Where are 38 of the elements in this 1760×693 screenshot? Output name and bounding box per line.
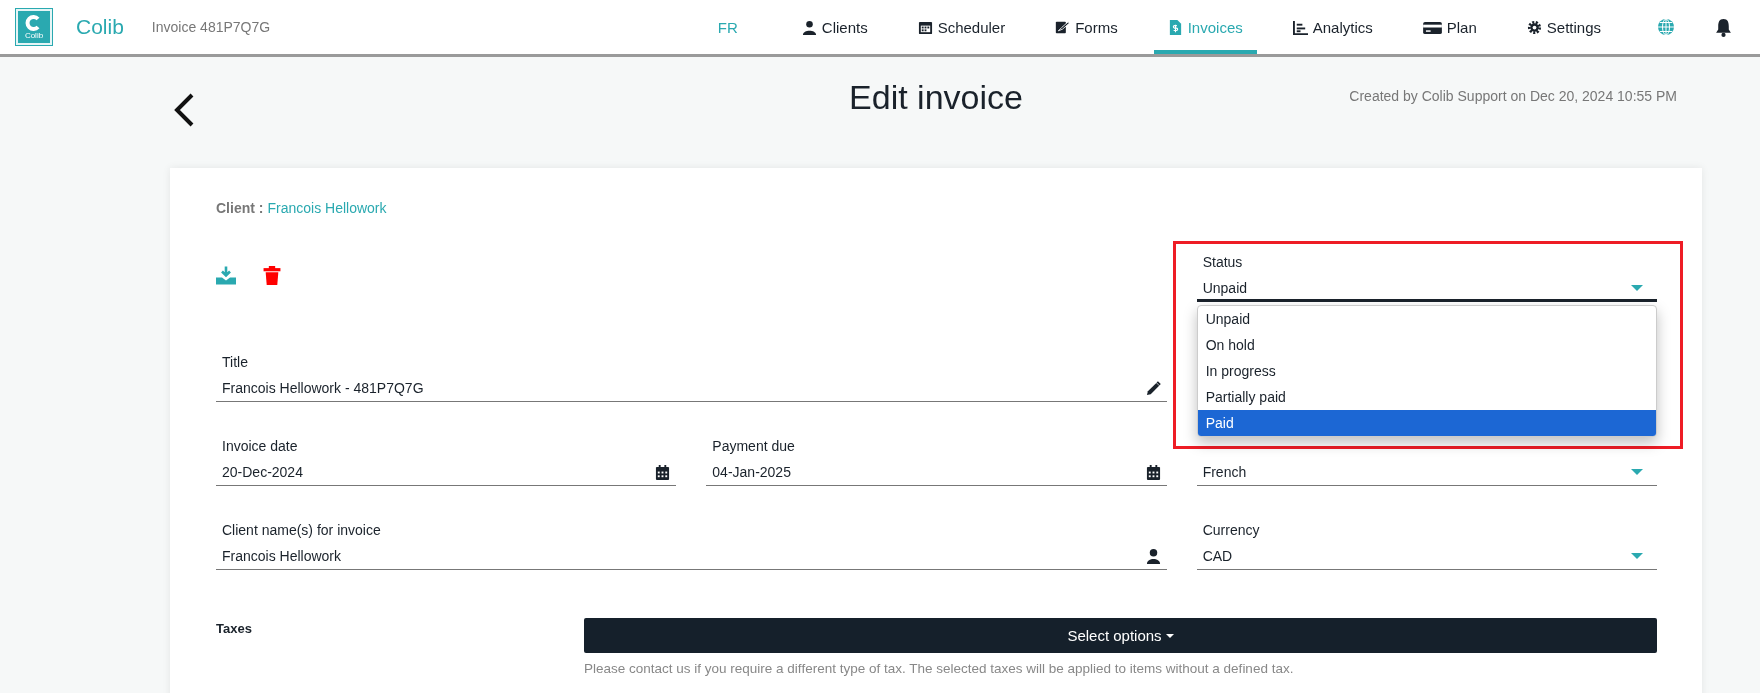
page-label: Invoice 481P7Q7G xyxy=(151,19,271,35)
calendar-icon xyxy=(1145,464,1161,480)
download-icon[interactable] xyxy=(216,265,236,285)
status-option[interactable]: In progress xyxy=(1197,358,1656,384)
taxes-note: Please contact us if you require a different type of tax. The selected taxes will be applied to items without a defined tax. xyxy=(584,661,1295,676)
page-title: Edit invoice xyxy=(849,78,1023,117)
calendar-icon xyxy=(917,19,933,35)
document-pen-icon xyxy=(1055,19,1071,35)
pencil-icon xyxy=(1145,380,1161,396)
nav-tab[interactable]: Analytics xyxy=(1278,0,1387,54)
status-option[interactable]: Paid xyxy=(1197,410,1656,436)
select-options-button[interactable]: Select options xyxy=(584,618,1657,653)
client-label: Client : xyxy=(216,200,264,216)
status-option[interactable]: Unpaid xyxy=(1197,306,1656,332)
dollar-document-icon xyxy=(1167,19,1183,35)
bar-chart-icon xyxy=(1292,19,1308,35)
back-icon[interactable] xyxy=(172,92,196,128)
nav-tab[interactable]: Scheduler xyxy=(903,0,1020,54)
settings-icon xyxy=(1526,19,1542,35)
caret-icon xyxy=(1631,285,1643,291)
nav-tab[interactable]: Settings xyxy=(1512,0,1615,54)
bell-icon[interactable] xyxy=(1715,17,1732,37)
trash-icon[interactable] xyxy=(262,265,282,285)
nav-tab[interactable]: Forms xyxy=(1041,0,1132,54)
globe-icon[interactable] xyxy=(1657,18,1675,36)
caret-icon xyxy=(1631,553,1643,559)
caret-icon xyxy=(1165,633,1174,638)
person-icon xyxy=(801,19,817,35)
person-icon xyxy=(1145,548,1161,564)
nav-tab[interactable]: Plan xyxy=(1408,0,1491,54)
calendar-icon xyxy=(655,464,671,480)
taxes-label: Taxes xyxy=(216,620,253,638)
status-option[interactable]: On hold xyxy=(1197,332,1656,358)
status-option[interactable]: Partially paid xyxy=(1197,384,1656,410)
caret-icon xyxy=(1631,469,1643,475)
created-note: Created by Colib Support on Dec 20, 2024 10:55 PM xyxy=(1349,88,1677,104)
nav-tab[interactable]: Clients xyxy=(787,0,882,54)
credit-card-icon xyxy=(1422,19,1442,35)
